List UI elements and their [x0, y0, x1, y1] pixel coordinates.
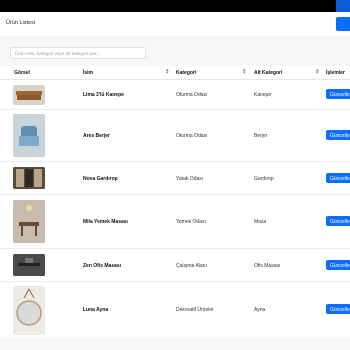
top-action-button[interactable] — [336, 0, 350, 12]
product-name: Luna Ayna — [83, 307, 109, 313]
product-category: Yatak Odası — [176, 176, 204, 182]
table-row: Mila Yemek Masası Yemek Odası Masa Günce… — [0, 195, 350, 249]
sofa-icon — [13, 85, 45, 105]
product-thumbnail — [13, 286, 45, 335]
product-category: Yemek Odası — [176, 219, 206, 225]
page-title: Ürün Listesi — [6, 20, 36, 26]
top-bar — [0, 0, 350, 12]
table-row: Ares Berjer Oturma Odası Berjer Güncelle — [0, 110, 350, 162]
table-header: Görsel İsim ▴ ▾ Kategori ▴ ▾ Alt Kategori … — [0, 66, 350, 80]
content-area: Ürün ismi, kategori veya alt kategori ar… — [0, 36, 350, 350]
product-name: Ares Berjer — [83, 133, 110, 139]
product-category: Çalışma Alanı — [176, 263, 207, 269]
product-thumbnail — [13, 85, 45, 105]
table-row: Lima 3'lü Kanepe Oturma Odası Kanepe Gün… — [0, 80, 350, 110]
product-thumbnail — [13, 114, 45, 157]
office-desk-icon — [13, 254, 45, 276]
product-thumbnail — [13, 254, 45, 276]
header-action-button[interactable] — [336, 17, 350, 31]
column-header-image: Görsel — [14, 70, 30, 76]
update-button[interactable]: Güncelle — [326, 130, 350, 140]
armchair-icon — [13, 114, 45, 157]
update-button[interactable]: Güncelle — [326, 260, 350, 270]
product-subcategory: Ofis Masası — [254, 263, 281, 269]
product-list-panel: Ürün Listesi Ürün ismi, kategori veya al… — [0, 12, 350, 350]
product-subcategory: Ayna — [254, 307, 266, 313]
product-subcategory: Kanepe — [254, 92, 272, 98]
column-header-category[interactable]: Kategori — [176, 70, 196, 76]
product-category: Dekoratif Ürünler — [176, 307, 214, 313]
product-thumbnail — [13, 167, 45, 189]
column-header-actions: İşlemler — [326, 70, 345, 76]
column-header-subcategory[interactable]: Alt Kategori — [254, 70, 282, 76]
update-button[interactable]: Güncelle — [326, 89, 350, 99]
mirror-icon — [13, 286, 45, 335]
search-input[interactable]: Ürün ismi, kategori veya alt kategori ar… — [10, 47, 146, 59]
dining-table-icon — [13, 200, 45, 243]
product-name: Nova Gardırop — [83, 176, 118, 182]
column-header-name[interactable]: İsim — [83, 70, 93, 76]
update-button[interactable]: Güncelle — [326, 304, 350, 314]
table-row: Luna Ayna Dekoratif Ürünler Ayna Güncell… — [0, 282, 350, 338]
table-row: Nova Gardırop Yatak Odası Gardırop Günce… — [0, 162, 350, 195]
sort-icon[interactable]: ▴ ▾ — [316, 68, 318, 76]
panel-header: Ürün Listesi — [0, 12, 350, 37]
product-subcategory: Berjer — [254, 133, 268, 139]
product-category: Oturma Odası — [176, 133, 208, 139]
sort-icon[interactable]: ▴ ▾ — [243, 68, 245, 76]
product-thumbnail — [13, 200, 45, 243]
update-button[interactable]: Güncelle — [326, 216, 350, 226]
product-table: Görsel İsim ▴ ▾ Kategori ▴ ▾ Alt Kategori … — [0, 66, 350, 338]
wardrobe-icon — [13, 167, 45, 189]
table-row: Zen Ofis Masası Çalışma Alanı Ofis Masas… — [0, 249, 350, 282]
product-name: Mila Yemek Masası — [83, 219, 128, 225]
product-subcategory: Masa — [254, 219, 267, 225]
update-button[interactable]: Güncelle — [326, 173, 350, 183]
product-subcategory: Gardırop — [254, 176, 274, 182]
product-name: Zen Ofis Masası — [83, 263, 122, 269]
sort-icon[interactable]: ▴ ▾ — [166, 68, 168, 76]
product-category: Oturma Odası — [176, 92, 208, 98]
product-name: Lima 3'lü Kanepe — [83, 92, 124, 98]
